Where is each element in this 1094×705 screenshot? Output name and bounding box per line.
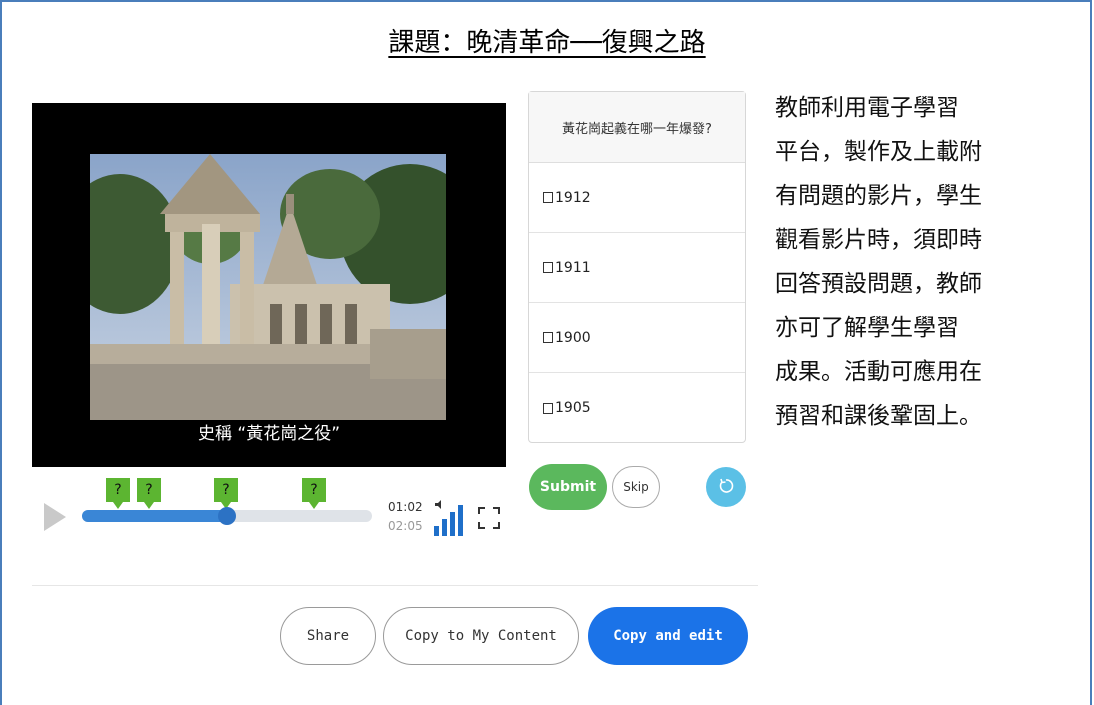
- copy-to-content-button[interactable]: Copy to My Content: [383, 607, 579, 665]
- question-marker[interactable]: ?: [137, 478, 161, 509]
- question-marker[interactable]: ?: [302, 478, 326, 509]
- progress-fill: [82, 510, 227, 522]
- question-marker[interactable]: ?: [106, 478, 130, 509]
- checkbox[interactable]: [543, 332, 553, 343]
- skip-button[interactable]: Skip: [612, 466, 660, 508]
- divider: [32, 585, 758, 586]
- video-player[interactable]: 史稱 “黃花崗之役”: [32, 103, 506, 467]
- option-label: 1912: [555, 189, 591, 206]
- question-panel: 黃花崗起義在哪一年爆發? 1912 1911 1900 1905: [528, 91, 746, 443]
- description-line: 平台，製作及上載附: [775, 139, 982, 165]
- current-time: 01:02: [388, 500, 423, 514]
- checkbox[interactable]: [543, 402, 553, 414]
- submit-button[interactable]: Submit: [529, 464, 607, 510]
- question-prompt: 黃花崗起義在哪一年爆發?: [529, 92, 745, 163]
- description-line: 教師利用電子學習: [775, 95, 959, 121]
- progress-track[interactable]: [82, 507, 372, 525]
- description-line: 成果。活動可應用在: [775, 359, 982, 385]
- share-button[interactable]: Share: [280, 607, 376, 665]
- description-line: 預習和課後鞏固上。: [775, 403, 982, 429]
- option-label: 1900: [555, 329, 591, 346]
- answer-option[interactable]: 1900: [529, 303, 745, 373]
- checkbox[interactable]: [543, 262, 553, 273]
- description-line: 有問題的影片，學生: [775, 183, 982, 209]
- page-title: 課題：晚清革命──復興之路: [388, 28, 706, 58]
- answer-option[interactable]: 1905: [529, 373, 745, 443]
- description-line: 亦可了解學生學習: [775, 315, 959, 341]
- video-subtitle: 史稱 “黃花崗之役”: [197, 424, 341, 444]
- progress-handle[interactable]: [218, 507, 236, 525]
- option-label: 1911: [555, 259, 591, 276]
- fullscreen-icon[interactable]: [478, 507, 500, 529]
- answer-option[interactable]: 1912: [529, 163, 745, 233]
- option-label: 1905: [555, 400, 591, 416]
- description-line: 觀看影片時，須即時: [775, 227, 982, 253]
- play-icon[interactable]: [44, 503, 66, 531]
- description-line: 回答預設問題，教師: [775, 271, 982, 297]
- retry-icon[interactable]: [706, 467, 746, 507]
- total-time: 02:05: [388, 519, 423, 533]
- volume-icon[interactable]: [432, 496, 464, 536]
- copy-and-edit-button[interactable]: Copy and edit: [588, 607, 748, 665]
- checkbox[interactable]: [543, 192, 553, 203]
- description-text: 教師利用電子學習 平台，製作及上載附 有問題的影片，學生 觀看影片時，須即時 回…: [775, 86, 1045, 438]
- video-frame-image: [90, 154, 446, 420]
- question-marker[interactable]: ?: [214, 478, 238, 509]
- answer-option[interactable]: 1911: [529, 233, 745, 303]
